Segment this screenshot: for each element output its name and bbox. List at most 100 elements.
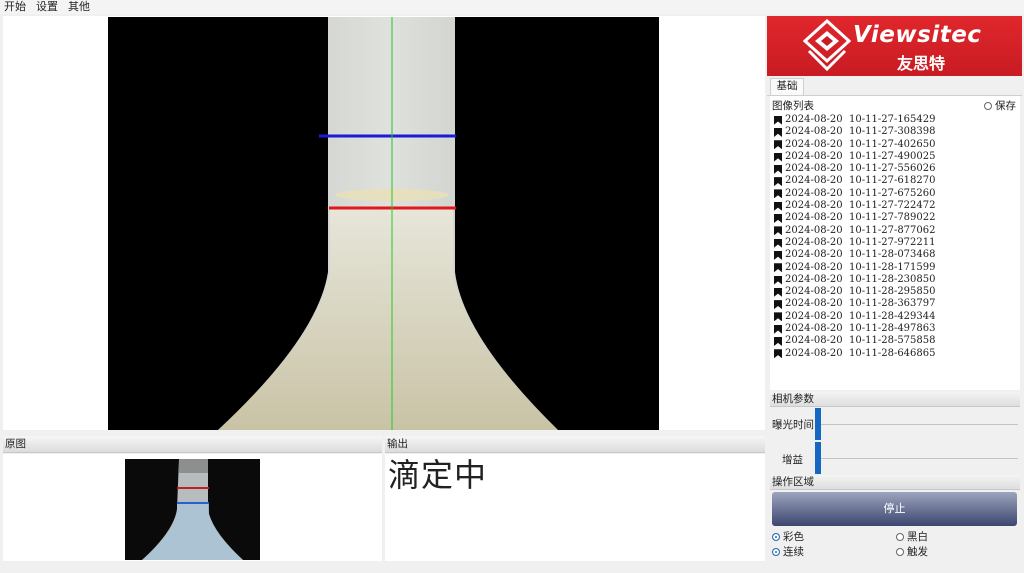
- image-list-item[interactable]: 2024-08-20 10-11-27-556026: [774, 163, 1014, 175]
- image-list-item-label: 2024-08-20 10-11-28-363797: [785, 298, 936, 310]
- bookmark-icon: [774, 127, 782, 137]
- exposure-label: 曝光时间: [772, 419, 814, 431]
- image-list-item[interactable]: 2024-08-20 10-11-27-789022: [774, 212, 1014, 224]
- mono-label: 黑白: [907, 531, 928, 543]
- image-list-item[interactable]: 2024-08-20 10-11-28-073468: [774, 249, 1014, 261]
- image-list-item-label: 2024-08-20 10-11-28-073468: [785, 249, 936, 261]
- original-thumbnail: [125, 459, 260, 560]
- bookmark-icon: [774, 140, 782, 150]
- camera-params-header: 相机参数: [770, 392, 1020, 407]
- image-list-item[interactable]: 2024-08-20 10-11-28-575858: [774, 335, 1014, 347]
- output-panel-header: 输出: [385, 436, 765, 453]
- bookmark-icon: [774, 250, 782, 260]
- upper-level-line: [319, 134, 456, 138]
- bookmark-icon: [774, 312, 782, 322]
- flask-solution: [218, 207, 558, 430]
- image-list-item-label: 2024-08-20 10-11-27-618270: [785, 175, 936, 187]
- image-list-item[interactable]: 2024-08-20 10-11-27-165429: [774, 114, 1014, 126]
- bookmark-icon: [774, 201, 782, 211]
- output-status-text: 滴定中: [388, 456, 488, 494]
- logo-mark-icon: [803, 19, 851, 72]
- logo-text-cn: 友思特: [897, 54, 946, 73]
- image-list-item[interactable]: 2024-08-20 10-11-27-722472: [774, 200, 1014, 212]
- tab-basic[interactable]: 基础: [770, 78, 804, 95]
- original-panel-header: 原图: [3, 436, 382, 453]
- gain-slider-handle[interactable]: [815, 442, 821, 474]
- image-list-item[interactable]: 2024-08-20 10-11-27-877062: [774, 225, 1014, 237]
- image-list-item-label: 2024-08-20 10-11-27-308398: [785, 126, 936, 138]
- continuous-radio[interactable]: 连续: [772, 544, 804, 559]
- live-camera-image: [108, 17, 659, 430]
- bookmark-icon: [774, 226, 782, 236]
- image-list-item-label: 2024-08-20 10-11-27-490025: [785, 150, 936, 162]
- bookmark-icon: [774, 115, 782, 125]
- image-file-list: 2024-08-20 10-11-27-165429 2024-08-20 10-…: [774, 114, 1014, 360]
- trigger-radio[interactable]: 触发: [896, 544, 928, 559]
- image-list-item[interactable]: 2024-08-20 10-11-28-230850: [774, 274, 1014, 286]
- mono-radio[interactable]: 黑白: [896, 529, 928, 544]
- image-list-item-label: 2024-08-20 10-11-27-675260: [785, 187, 936, 199]
- image-list-panel: 图像列表 保存 2024-08-20 10-11-27-165429 2024-0…: [770, 96, 1020, 390]
- image-list-item-label: 2024-08-20 10-11-27-972211: [785, 236, 936, 248]
- image-list-item[interactable]: 2024-08-20 10-11-27-308398: [774, 126, 1014, 138]
- right-sidebar: Viewsitec 友思特 基础 图像列表 保存 2024-08-20 10-1…: [767, 16, 1022, 562]
- menu-bar: 开始 设置 其他: [0, 0, 1024, 14]
- save-radio-icon: [984, 101, 992, 110]
- bookmark-icon: [774, 177, 782, 187]
- menu-other[interactable]: 其他: [68, 1, 90, 13]
- bookmark-icon: [774, 189, 782, 199]
- image-list-item[interactable]: 2024-08-20 10-11-28-171599: [774, 262, 1014, 274]
- thumb-blue-line: [177, 502, 209, 504]
- image-list-item[interactable]: 2024-08-20 10-11-27-972211: [774, 237, 1014, 249]
- center-guide-line: [391, 17, 393, 430]
- image-list-item-label: 2024-08-20 10-11-27-402650: [785, 138, 936, 150]
- image-list-item-label: 2024-08-20 10-11-28-497863: [785, 323, 936, 335]
- image-list-item-label: 2024-08-20 10-11-28-295850: [785, 286, 936, 298]
- bookmark-icon: [774, 164, 782, 174]
- output-panel-title: 输出: [387, 438, 408, 450]
- image-list-item[interactable]: 2024-08-20 10-11-27-490025: [774, 151, 1014, 163]
- image-list-item[interactable]: 2024-08-20 10-11-28-363797: [774, 298, 1014, 310]
- image-list-item-label: 2024-08-20 10-11-28-230850: [785, 273, 936, 285]
- exposure-slider-handle[interactable]: [815, 408, 821, 440]
- menu-settings[interactable]: 设置: [36, 1, 58, 13]
- bookmark-icon: [774, 238, 782, 248]
- menu-start[interactable]: 开始: [4, 1, 26, 13]
- bookmark-icon: [774, 349, 782, 359]
- bookmark-icon: [774, 275, 782, 285]
- original-panel-title: 原图: [5, 438, 26, 450]
- image-list-item-label: 2024-08-20 10-11-27-877062: [785, 224, 936, 236]
- image-list-title: 图像列表: [772, 100, 814, 112]
- image-list-item[interactable]: 2024-08-20 10-11-28-497863: [774, 323, 1014, 335]
- save-toggle[interactable]: 保存: [984, 98, 1016, 113]
- stop-button[interactable]: 停止: [772, 492, 1017, 526]
- image-list-item-label: 2024-08-20 10-11-28-646865: [785, 347, 936, 359]
- camera-params-title: 相机参数: [772, 393, 814, 405]
- trigger-label: 触发: [907, 546, 928, 558]
- image-list-item[interactable]: 2024-08-20 10-11-27-675260: [774, 188, 1014, 200]
- bookmark-icon: [774, 287, 782, 297]
- bookmark-icon: [774, 214, 782, 224]
- bookmark-icon: [774, 263, 782, 273]
- bookmark-icon: [774, 336, 782, 346]
- image-list-item[interactable]: 2024-08-20 10-11-27-618270: [774, 175, 1014, 187]
- color-label: 彩色: [783, 531, 804, 543]
- logo-text-en: Viewsitec: [853, 22, 982, 48]
- image-list-item[interactable]: 2024-08-20 10-11-28-295850: [774, 286, 1014, 298]
- image-list-item-label: 2024-08-20 10-11-28-575858: [785, 335, 936, 347]
- image-list-item[interactable]: 2024-08-20 10-11-28-429344: [774, 311, 1014, 323]
- operation-header: 操作区域: [770, 475, 1020, 490]
- image-list-item-label: 2024-08-20 10-11-28-429344: [785, 310, 936, 322]
- image-list-item-label: 2024-08-20 10-11-27-722472: [785, 200, 936, 212]
- radio-unselected-icon: [896, 532, 904, 541]
- color-radio[interactable]: 彩色: [772, 529, 804, 544]
- save-label: 保存: [995, 100, 1016, 112]
- image-list-item-label: 2024-08-20 10-11-27-789022: [785, 212, 936, 224]
- gain-slider-track[interactable]: [819, 458, 1018, 459]
- bookmark-icon: [774, 300, 782, 310]
- operation-title: 操作区域: [772, 476, 814, 488]
- image-list-item-label: 2024-08-20 10-11-27-165429: [785, 114, 936, 125]
- image-list-item[interactable]: 2024-08-20 10-11-28-646865: [774, 348, 1014, 360]
- image-list-item[interactable]: 2024-08-20 10-11-27-402650: [774, 139, 1014, 151]
- exposure-slider-track[interactable]: [819, 424, 1018, 425]
